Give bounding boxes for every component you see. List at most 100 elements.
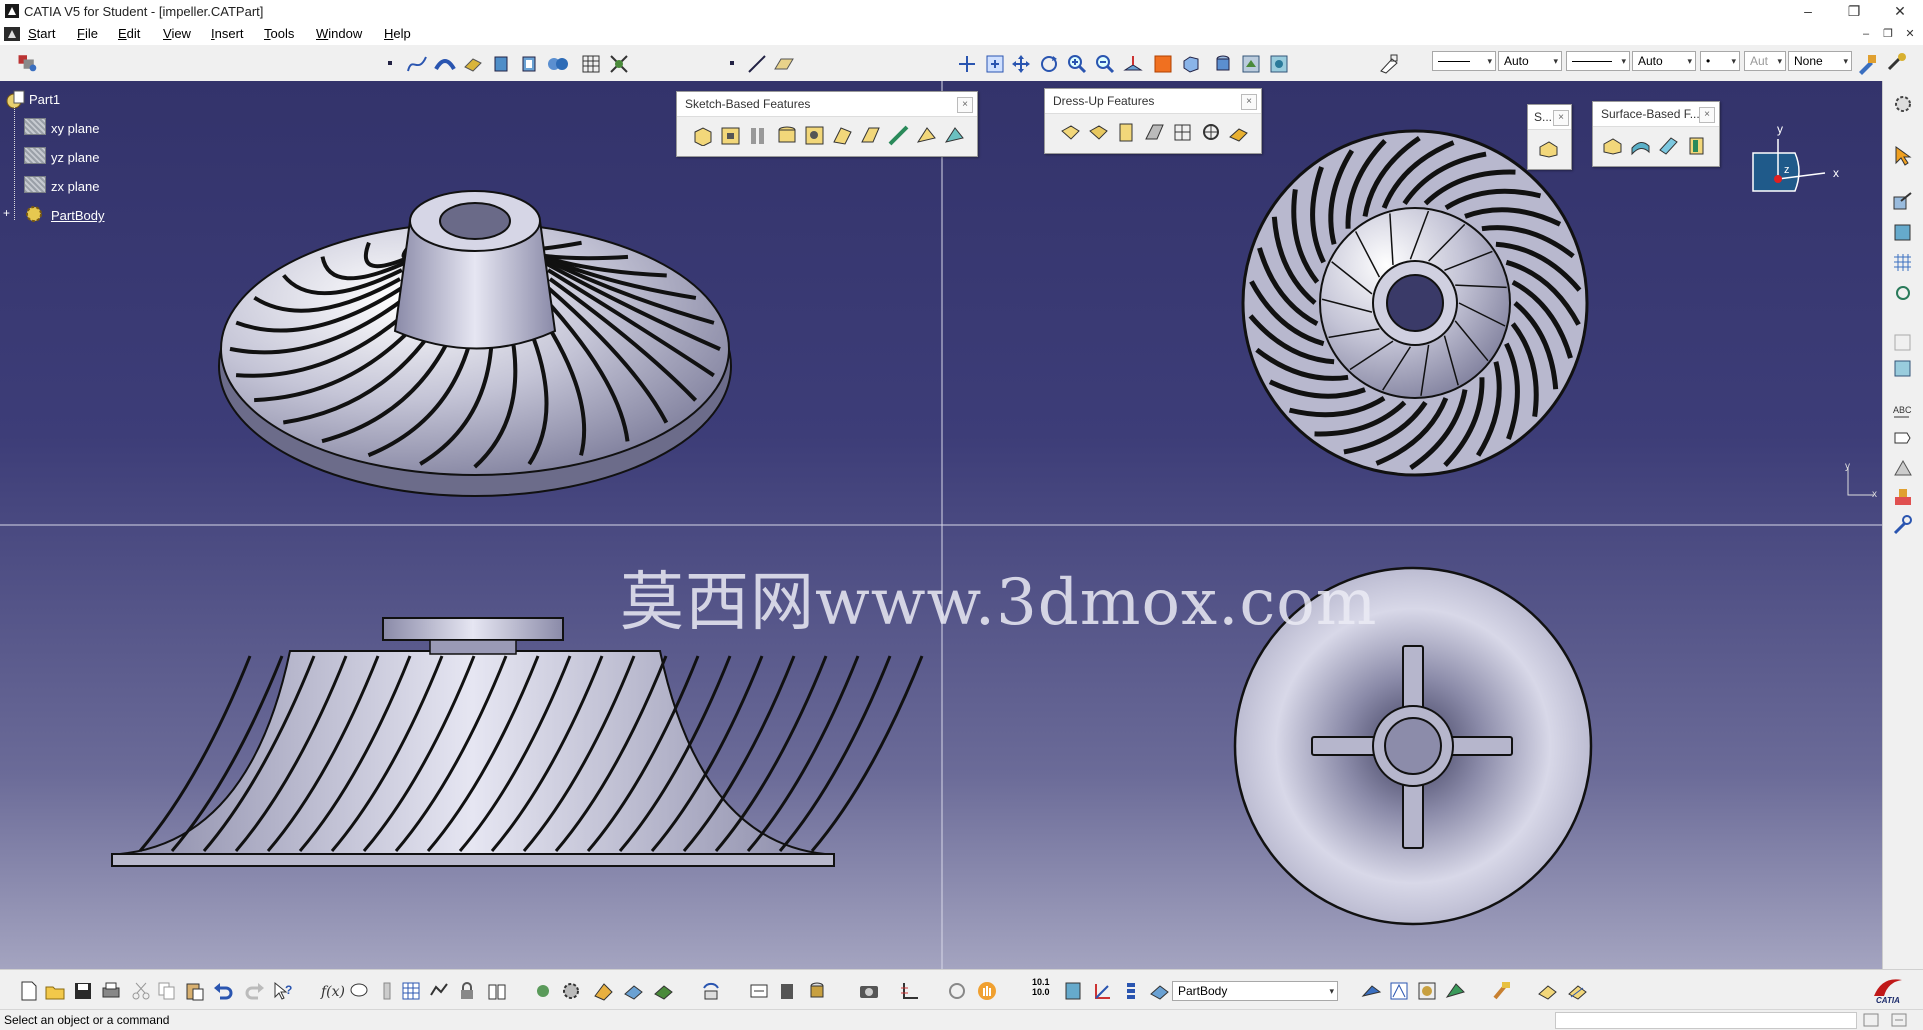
save-icon[interactable] [72, 980, 94, 1002]
removed-multi-sections-icon[interactable] [943, 124, 967, 146]
scale-readout[interactable]: 10.1 10.0 [1032, 977, 1050, 997]
rotate-icon[interactable] [1038, 53, 1060, 75]
zoom-in-icon[interactable] [1066, 53, 1088, 75]
camera-icon[interactable] [858, 980, 880, 1002]
workbench-gear-icon[interactable] [1891, 93, 1915, 115]
layers-icon[interactable] [1120, 980, 1142, 1002]
insert-geometrical-set-icon[interactable] [1388, 980, 1410, 1002]
insert-body-icon[interactable] [1360, 980, 1382, 1002]
small-features-toolbar[interactable]: S... × [1527, 104, 1572, 170]
analysis-icon[interactable] [608, 53, 630, 75]
menu-edit[interactable]: Edit [118, 26, 140, 41]
comment-icon[interactable] [348, 980, 370, 1002]
knowledge-icon[interactable] [376, 980, 398, 1002]
edge-fillet-icon[interactable] [1059, 121, 1083, 143]
partbody-gear-icon[interactable] [22, 204, 46, 224]
create-multi-view-icon[interactable] [1152, 53, 1174, 75]
toolbar-close-button[interactable]: × [1699, 107, 1715, 123]
properties-icon[interactable] [1886, 51, 1908, 73]
measure-icon[interactable] [1891, 331, 1915, 353]
multi-sections-solid-icon[interactable] [915, 124, 939, 146]
line-thickness-combo[interactable]: Auto ▾ [1632, 51, 1696, 71]
surface-sweep-icon[interactable] [434, 53, 456, 75]
new-file-icon[interactable] [18, 980, 40, 1002]
settings-icon[interactable] [560, 980, 582, 1002]
toolbar-title[interactable]: Dress-Up Features [1045, 89, 1261, 114]
normal-view-icon[interactable] [1122, 53, 1144, 75]
fit-all-icon[interactable] [984, 53, 1006, 75]
constraint-icon[interactable] [1891, 485, 1915, 507]
stiffener-icon[interactable] [887, 124, 911, 146]
menu-help[interactable]: Help [384, 26, 411, 41]
draft-icon[interactable] [1115, 121, 1139, 143]
sew-surface-icon[interactable] [1685, 134, 1709, 156]
3d-viewport[interactable]: Part1 xy plane yz plane zx plane + PartB… [0, 81, 1882, 969]
surface-based-features-toolbar[interactable]: Surface-Based F... × [1592, 101, 1720, 167]
menu-view[interactable]: View [163, 26, 191, 41]
knowledge-wrench-icon[interactable] [1891, 513, 1915, 535]
sketch-based-features-toolbar[interactable]: Sketch-Based Features × [676, 91, 978, 157]
law-icon[interactable] [428, 980, 450, 1002]
hide-icon[interactable] [532, 980, 554, 1002]
apply-material-icon[interactable] [1378, 53, 1400, 75]
grid-icon[interactable] [580, 53, 602, 75]
copy-icon[interactable] [156, 980, 178, 1002]
line-color-combo[interactable]: ▾ [1432, 51, 1496, 71]
line-icon[interactable] [746, 53, 768, 75]
insert-ordered-set-icon[interactable] [1416, 980, 1438, 1002]
hand-icon[interactable] [976, 980, 998, 1002]
select-arrow-icon[interactable] [1891, 144, 1915, 166]
quick-view-icon[interactable] [1180, 53, 1202, 75]
layer-combo[interactable]: None ▾ [1788, 51, 1852, 71]
compass-widget[interactable]: y x z [1745, 121, 1855, 211]
plane-icon[interactable] [772, 53, 794, 75]
close-button[interactable]: ✕ [1877, 0, 1923, 23]
shading-icon[interactable] [1212, 53, 1234, 75]
current-body-combo[interactable]: PartBody ▾ [1172, 981, 1338, 1001]
revolve-surface-icon[interactable] [490, 53, 512, 75]
restore-button[interactable]: ❐ [1831, 0, 1877, 23]
doc-minimize-button[interactable]: – [1855, 23, 1877, 46]
refresh-icon[interactable] [946, 980, 968, 1002]
fly-mode-icon[interactable] [956, 53, 978, 75]
analysis-tool-icon[interactable] [1891, 357, 1915, 379]
undo-icon[interactable] [212, 980, 234, 1002]
axis-system-icon[interactable] [1891, 281, 1915, 303]
expand-plus-icon[interactable]: + [3, 206, 10, 220]
toolbar-title[interactable]: Sketch-Based Features [677, 92, 977, 117]
formula-icon[interactable]: f(x) [320, 980, 344, 1002]
text-annotation-icon[interactable]: ABC [1891, 401, 1915, 423]
whats-this-icon[interactable]: ? [272, 980, 296, 1002]
doc-restore-button[interactable]: ❐ [1877, 23, 1899, 46]
painter-icon[interactable] [1856, 53, 1878, 75]
sketch-point-icon[interactable] [722, 53, 744, 75]
part-root-icon[interactable] [4, 89, 26, 109]
paste-icon[interactable] [184, 980, 206, 1002]
thread-icon[interactable] [1199, 121, 1223, 143]
publication-icon[interactable] [592, 980, 616, 1002]
power-copy-icon[interactable] [1444, 980, 1466, 1002]
toolbar-close-button[interactable]: × [957, 97, 973, 113]
tree-item-partbody[interactable]: PartBody [51, 208, 104, 223]
cut-icon[interactable] [130, 980, 152, 1002]
document-icon[interactable] [4, 27, 20, 41]
axis-red-icon[interactable] [1092, 980, 1114, 1002]
redo-icon[interactable] [244, 980, 266, 1002]
menu-start[interactable]: Start [28, 26, 55, 41]
line-weight-combo[interactable]: Auto ▾ [1498, 51, 1562, 71]
offset-surface-icon[interactable] [518, 53, 540, 75]
plane-icon[interactable] [24, 147, 46, 164]
minimize-button[interactable]: – [1785, 0, 1831, 23]
part-design-workbench-icon[interactable] [16, 51, 38, 73]
groove-icon[interactable] [775, 124, 799, 146]
zoom-out-icon[interactable] [1094, 53, 1116, 75]
dress-up-features-toolbar[interactable]: Dress-Up Features × [1044, 88, 1262, 154]
sketch-icon[interactable] [1891, 191, 1915, 213]
layer-auto-combo[interactable]: Aut ▾ [1744, 51, 1786, 71]
table-icon[interactable] [400, 980, 422, 1002]
view-mode-icon[interactable] [1062, 980, 1084, 1002]
update-icon[interactable] [700, 980, 722, 1002]
swap-visible-icon[interactable] [748, 980, 770, 1002]
menu-tools[interactable]: Tools [264, 26, 294, 41]
catalog-icon[interactable] [486, 980, 508, 1002]
